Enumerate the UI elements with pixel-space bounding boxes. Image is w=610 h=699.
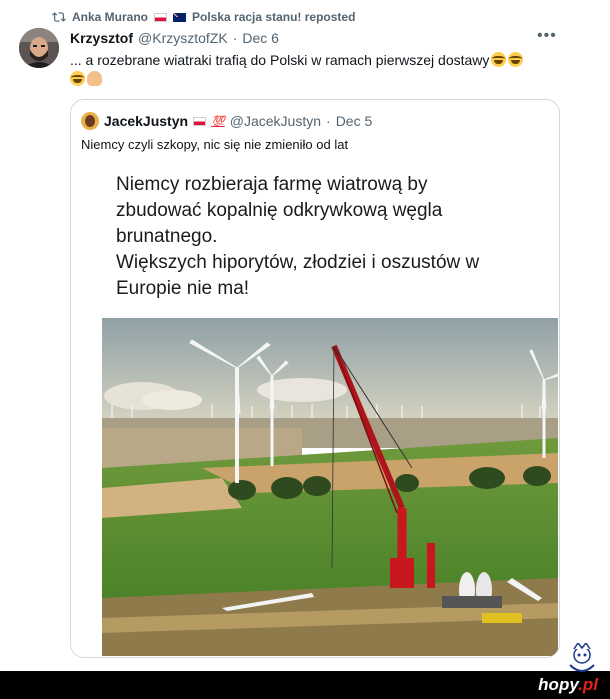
separator-dot: ·: [232, 30, 238, 46]
separator-dot: ·: [326, 113, 331, 129]
post-body: ... a rozebrane wiatraki trafią do Polsk…: [70, 52, 490, 68]
post-date[interactable]: Dec 6: [242, 30, 279, 46]
tears-of-joy-icon: [491, 52, 507, 67]
repost-label: Polska racja stanu! reposted: [192, 10, 356, 24]
quoted-date[interactable]: Dec 5: [336, 113, 373, 129]
author-name[interactable]: Krzysztof: [70, 30, 133, 46]
reposter-name[interactable]: Anka Murano: [72, 10, 148, 24]
quoted-author-name[interactable]: JacekJustyn: [104, 113, 188, 129]
repost-context[interactable]: Anka Murano Polska racja stanu! reposted: [72, 9, 355, 25]
quoted-avatar[interactable]: [81, 112, 99, 130]
image-caption: Niemcy rozbieraja farmę wiatrową by zbud…: [116, 172, 546, 302]
quoted-post[interactable]: JacekJustyn 💯 @JacekJustyn · Dec 5 Niemc…: [70, 99, 560, 658]
person-facepalming-icon: [87, 71, 102, 86]
hundred-points-icon: 💯: [211, 115, 225, 128]
tears-of-joy-icon: [70, 71, 85, 86]
caption-line: Większych hiporytów, złodziei i oszustów…: [116, 252, 480, 273]
quoted-text: Niemcy czyli szkopy, nic się nie zmienił…: [81, 137, 349, 152]
site-tld: .pl: [578, 675, 598, 694]
site-logo-text: hopy.pl: [538, 675, 598, 695]
australia-flag-icon: [173, 12, 187, 22]
poland-flag-icon: [193, 116, 207, 126]
site-name: hopy: [538, 675, 579, 694]
quoted-image[interactable]: Niemcy rozbieraja farmę wiatrową by zbud…: [71, 158, 559, 657]
tears-of-joy-icon: [508, 52, 524, 67]
post-text: ... a rozebrane wiatraki trafią do Polsk…: [70, 51, 570, 89]
caption-line: Niemcy rozbieraja farmę wiatrową by: [116, 174, 428, 195]
mascot-icon: [569, 643, 595, 672]
post-header: Krzysztof @KrzysztofZK · Dec 6: [70, 30, 279, 46]
caption-line: Europie nie ma!: [116, 278, 250, 299]
repost-icon: [52, 10, 66, 24]
quoted-header: JacekJustyn 💯 @JacekJustyn · Dec 5: [81, 112, 372, 130]
site-watermark[interactable]: hopy.pl: [509, 643, 604, 699]
more-options-icon[interactable]: •••: [537, 28, 559, 46]
quoted-author-handle[interactable]: @JacekJustyn: [230, 113, 321, 129]
author-handle[interactable]: @KrzysztofZK: [138, 30, 228, 46]
wind-farm-photo: [102, 318, 558, 656]
poland-flag-icon: [154, 12, 168, 22]
caption-line: zbudować kopalnię odkrywkową węgla: [116, 200, 443, 221]
caption-line: brunatnego.: [116, 226, 218, 247]
avatar[interactable]: [19, 28, 59, 68]
